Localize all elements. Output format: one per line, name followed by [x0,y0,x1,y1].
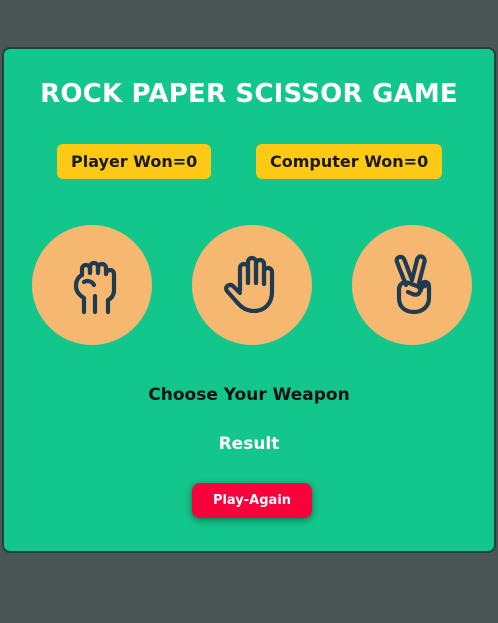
status-message: Choose Your Weapon [148,385,350,405]
game-title: ROCK PAPER SCISSOR GAME [40,79,458,109]
scissor-choice-button[interactable] [352,225,472,345]
open-hand-icon [224,255,275,314]
play-again-button[interactable]: Play-Again [192,483,312,518]
rock-choice-button[interactable] [32,225,152,345]
computer-score: Computer Won=0 [256,144,443,179]
player-score: Player Won=0 [57,144,212,179]
game-container: ROCK PAPER SCISSOR GAME Player Won=0 Com… [2,47,496,553]
result-text: Result [218,434,280,454]
fist-icon [73,260,117,315]
victory-hand-icon [394,254,432,315]
paper-choice-button[interactable] [192,225,312,345]
